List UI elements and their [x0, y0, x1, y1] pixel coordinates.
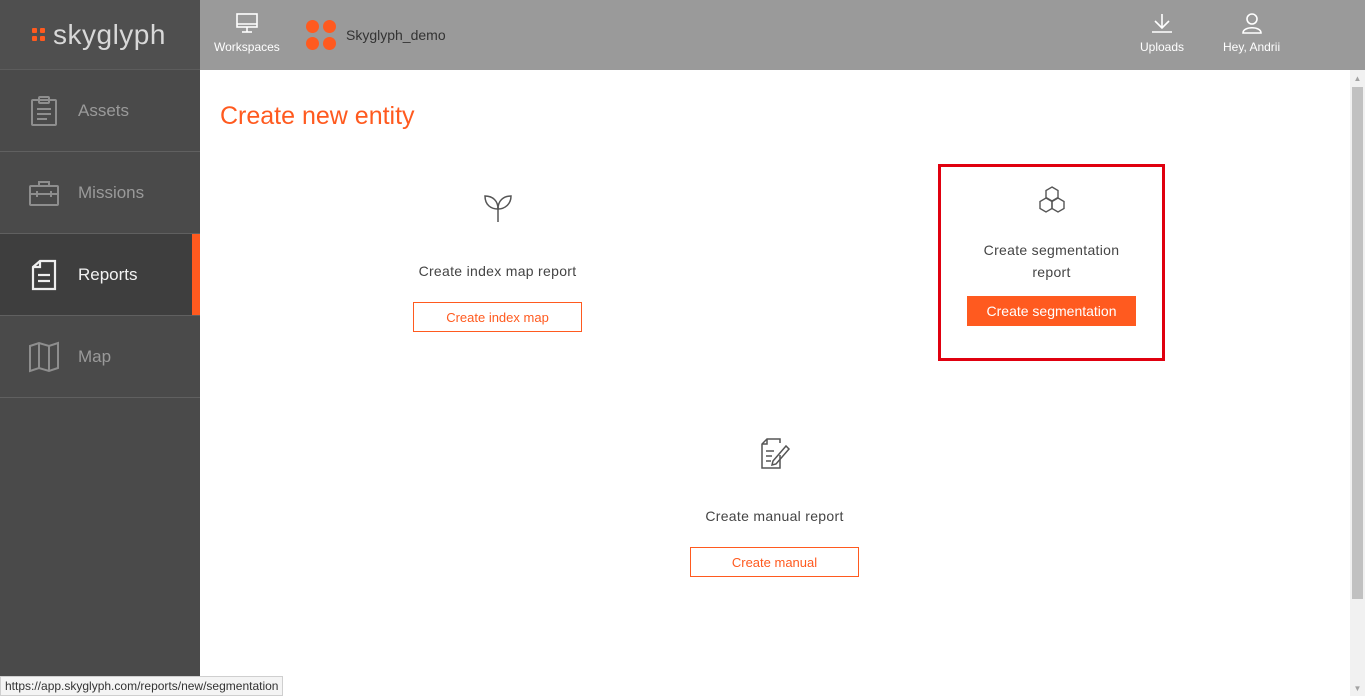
main-content: Create new entity Create index map repor…: [200, 70, 1350, 696]
sprout-icon: [481, 188, 515, 228]
create-index-map-button[interactable]: Create index map: [413, 302, 582, 332]
clipboard-icon: [28, 95, 60, 127]
logo-text: skyglyph: [53, 18, 166, 50]
sidebar-item-missions[interactable]: Missions: [0, 152, 200, 234]
scroll-thumb[interactable]: [1352, 87, 1363, 599]
map-icon: [28, 341, 60, 373]
download-icon: [1152, 14, 1173, 33]
logo-mark-icon: [32, 28, 45, 41]
index-map-card: Create index map report Create index map: [413, 188, 582, 332]
document-icon: [28, 259, 60, 291]
page-title: Create new entity: [220, 102, 415, 130]
workspaces-label: Workspaces: [214, 40, 280, 54]
scroll-up-arrow-icon[interactable]: ▲: [1350, 70, 1365, 86]
top-bar: Workspaces Skyglyph_demo Uploads Hey, An…: [200, 0, 1365, 70]
create-segmentation-button[interactable]: Create segmentation: [967, 296, 1136, 326]
sidebar-item-reports[interactable]: Reports: [0, 234, 200, 316]
create-manual-button[interactable]: Create manual: [690, 547, 859, 577]
edit-document-icon: [758, 434, 792, 474]
workspaces-button[interactable]: Workspaces: [214, 12, 280, 54]
sidebar-item-label: Assets: [78, 100, 130, 120]
status-url: https://app.skyglyph.com/reports/new/seg…: [0, 676, 284, 696]
vertical-scrollbar[interactable]: ▲ ▼: [1350, 70, 1365, 696]
index-map-label: Create index map report: [418, 263, 577, 279]
project-selector[interactable]: Skyglyph_demo: [306, 20, 446, 50]
user-menu-button[interactable]: Hey, Andrii: [1223, 12, 1280, 54]
user-icon: [1241, 13, 1262, 34]
project-name: Skyglyph_demo: [346, 27, 446, 43]
sidebar-item-label: Reports: [78, 264, 138, 284]
uploads-button[interactable]: Uploads: [1140, 12, 1184, 54]
monitor-icon: [236, 13, 258, 33]
uploads-label: Uploads: [1140, 40, 1185, 54]
user-greeting: Hey, Andrii: [1223, 40, 1281, 54]
sidebar-item-map[interactable]: Map: [0, 316, 200, 398]
sidebar-item-label: Missions: [78, 182, 145, 202]
scroll-down-arrow-icon[interactable]: ▼: [1350, 680, 1365, 696]
app: skyglyph Assets Missions Reports Map Wor…: [0, 0, 1365, 696]
segmentation-label: Create segmentation report: [983, 242, 1120, 280]
project-logo-icon: [306, 20, 336, 50]
manual-report-label: Create manual report: [705, 508, 844, 524]
sidebar-item-label: Map: [78, 346, 112, 366]
segmentation-card: Create segmentation report Create segmen…: [938, 164, 1165, 361]
briefcase-icon: [28, 177, 60, 209]
manual-report-card: Create manual report Create manual: [690, 434, 859, 577]
logo[interactable]: skyglyph: [0, 0, 200, 70]
sidebar-item-assets[interactable]: Assets: [0, 70, 200, 152]
hexagons-icon: [1035, 181, 1069, 221]
sidebar: skyglyph Assets Missions Reports Map: [0, 0, 200, 696]
